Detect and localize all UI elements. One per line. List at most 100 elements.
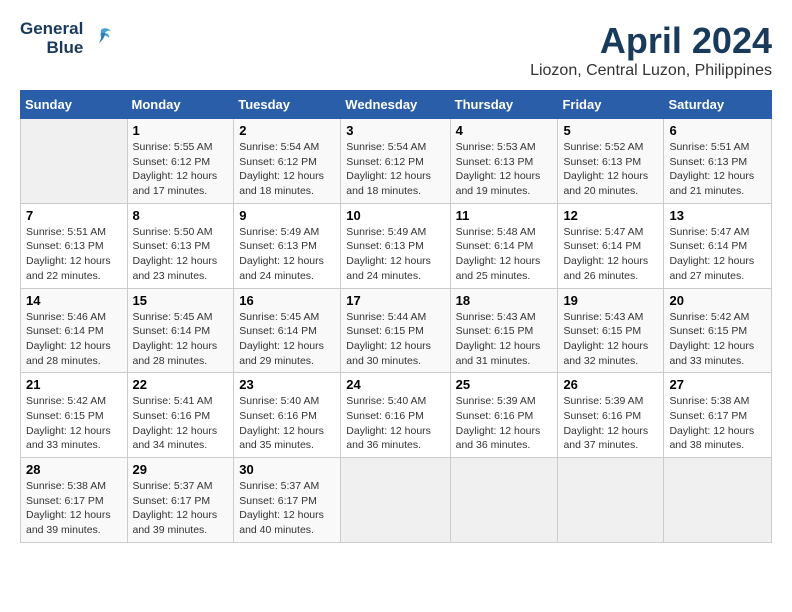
calendar-cell: 26 Sunrise: 5:39 AM Sunset: 6:16 PM Dayli… [558, 373, 664, 458]
day-number: 25 [456, 377, 553, 392]
col-header-thursday: Thursday [450, 91, 558, 119]
logo-general: General [20, 20, 83, 39]
day-info: Sunrise: 5:54 AM Sunset: 6:12 PM Dayligh… [239, 140, 335, 199]
logo: General Blue [20, 20, 115, 57]
day-info: Sunrise: 5:39 AM Sunset: 6:16 PM Dayligh… [563, 394, 658, 453]
day-info: Sunrise: 5:42 AM Sunset: 6:15 PM Dayligh… [26, 394, 122, 453]
day-number: 26 [563, 377, 658, 392]
logo-bird-icon [87, 25, 115, 53]
calendar-cell [341, 458, 450, 543]
calendar-cell: 30 Sunrise: 5:37 AM Sunset: 6:17 PM Dayli… [234, 458, 341, 543]
day-number: 16 [239, 293, 335, 308]
day-info: Sunrise: 5:37 AM Sunset: 6:17 PM Dayligh… [239, 479, 335, 538]
calendar-cell: 2 Sunrise: 5:54 AM Sunset: 6:12 PM Daylig… [234, 119, 341, 204]
day-info: Sunrise: 5:37 AM Sunset: 6:17 PM Dayligh… [133, 479, 229, 538]
day-info: Sunrise: 5:41 AM Sunset: 6:16 PM Dayligh… [133, 394, 229, 453]
calendar-cell: 1 Sunrise: 5:55 AM Sunset: 6:12 PM Daylig… [127, 119, 234, 204]
calendar-cell: 7 Sunrise: 5:51 AM Sunset: 6:13 PM Daylig… [21, 203, 128, 288]
day-number: 8 [133, 208, 229, 223]
day-number: 17 [346, 293, 444, 308]
day-info: Sunrise: 5:40 AM Sunset: 6:16 PM Dayligh… [239, 394, 335, 453]
calendar-cell: 4 Sunrise: 5:53 AM Sunset: 6:13 PM Daylig… [450, 119, 558, 204]
col-header-tuesday: Tuesday [234, 91, 341, 119]
calendar-cell: 19 Sunrise: 5:43 AM Sunset: 6:15 PM Dayli… [558, 288, 664, 373]
day-info: Sunrise: 5:48 AM Sunset: 6:14 PM Dayligh… [456, 225, 553, 284]
day-info: Sunrise: 5:40 AM Sunset: 6:16 PM Dayligh… [346, 394, 444, 453]
day-info: Sunrise: 5:38 AM Sunset: 6:17 PM Dayligh… [669, 394, 766, 453]
calendar-cell: 25 Sunrise: 5:39 AM Sunset: 6:16 PM Dayli… [450, 373, 558, 458]
calendar-cell [664, 458, 772, 543]
day-number: 4 [456, 123, 553, 138]
day-info: Sunrise: 5:51 AM Sunset: 6:13 PM Dayligh… [26, 225, 122, 284]
calendar-cell: 11 Sunrise: 5:48 AM Sunset: 6:14 PM Dayli… [450, 203, 558, 288]
calendar-cell: 22 Sunrise: 5:41 AM Sunset: 6:16 PM Dayli… [127, 373, 234, 458]
day-number: 2 [239, 123, 335, 138]
day-number: 9 [239, 208, 335, 223]
day-info: Sunrise: 5:52 AM Sunset: 6:13 PM Dayligh… [563, 140, 658, 199]
day-number: 19 [563, 293, 658, 308]
calendar-cell: 6 Sunrise: 5:51 AM Sunset: 6:13 PM Daylig… [664, 119, 772, 204]
col-header-sunday: Sunday [21, 91, 128, 119]
calendar-title: April 2024 [530, 20, 772, 62]
calendar-subtitle: Liozon, Central Luzon, Philippines [530, 62, 772, 80]
day-number: 11 [456, 208, 553, 223]
calendar-cell: 21 Sunrise: 5:42 AM Sunset: 6:15 PM Dayli… [21, 373, 128, 458]
day-number: 28 [26, 462, 122, 477]
calendar-cell [558, 458, 664, 543]
calendar-cell [21, 119, 128, 204]
day-info: Sunrise: 5:50 AM Sunset: 6:13 PM Dayligh… [133, 225, 229, 284]
day-number: 21 [26, 377, 122, 392]
day-info: Sunrise: 5:45 AM Sunset: 6:14 PM Dayligh… [133, 310, 229, 369]
calendar-cell: 15 Sunrise: 5:45 AM Sunset: 6:14 PM Dayli… [127, 288, 234, 373]
calendar-cell: 20 Sunrise: 5:42 AM Sunset: 6:15 PM Dayli… [664, 288, 772, 373]
day-number: 23 [239, 377, 335, 392]
calendar-cell: 24 Sunrise: 5:40 AM Sunset: 6:16 PM Dayli… [341, 373, 450, 458]
col-header-friday: Friday [558, 91, 664, 119]
day-number: 24 [346, 377, 444, 392]
calendar-cell: 9 Sunrise: 5:49 AM Sunset: 6:13 PM Daylig… [234, 203, 341, 288]
day-number: 12 [563, 208, 658, 223]
day-info: Sunrise: 5:49 AM Sunset: 6:13 PM Dayligh… [346, 225, 444, 284]
calendar-cell [450, 458, 558, 543]
day-number: 1 [133, 123, 229, 138]
calendar-cell: 29Sunrise: 5:37 AM Sunset: 6:17 PM Dayli… [127, 458, 234, 543]
calendar-cell: 5Sunrise: 5:52 AM Sunset: 6:13 PM Daylig… [558, 119, 664, 204]
calendar-table: SundayMondayTuesdayWednesdayThursdayFrid… [20, 90, 772, 543]
day-info: Sunrise: 5:39 AM Sunset: 6:16 PM Dayligh… [456, 394, 553, 453]
day-info: Sunrise: 5:55 AM Sunset: 6:12 PM Dayligh… [133, 140, 229, 199]
day-number: 22 [133, 377, 229, 392]
col-header-wednesday: Wednesday [341, 91, 450, 119]
calendar-cell: 27Sunrise: 5:38 AM Sunset: 6:17 PM Dayli… [664, 373, 772, 458]
calendar-cell: 23 Sunrise: 5:40 AM Sunset: 6:16 PM Dayli… [234, 373, 341, 458]
day-info: Sunrise: 5:42 AM Sunset: 6:15 PM Dayligh… [669, 310, 766, 369]
calendar-cell: 28 Sunrise: 5:38 AM Sunset: 6:17 PM Dayli… [21, 458, 128, 543]
header: General Blue April 2024 Liozon, Central … [20, 20, 772, 80]
day-info: Sunrise: 5:47 AM Sunset: 6:14 PM Dayligh… [563, 225, 658, 284]
day-info: Sunrise: 5:54 AM Sunset: 6:12 PM Dayligh… [346, 140, 444, 199]
day-number: 18 [456, 293, 553, 308]
day-number: 3 [346, 123, 444, 138]
day-info: Sunrise: 5:49 AM Sunset: 6:13 PM Dayligh… [239, 225, 335, 284]
calendar-cell: 14Sunrise: 5:46 AM Sunset: 6:14 PM Dayli… [21, 288, 128, 373]
calendar-cell: 8 Sunrise: 5:50 AM Sunset: 6:13 PM Daylig… [127, 203, 234, 288]
logo-blue: Blue [46, 39, 83, 58]
calendar-cell: 16Sunrise: 5:45 AM Sunset: 6:14 PM Dayli… [234, 288, 341, 373]
day-number: 7 [26, 208, 122, 223]
calendar-cell: 3 Sunrise: 5:54 AM Sunset: 6:12 PM Daylig… [341, 119, 450, 204]
day-number: 20 [669, 293, 766, 308]
day-info: Sunrise: 5:51 AM Sunset: 6:13 PM Dayligh… [669, 140, 766, 199]
day-info: Sunrise: 5:38 AM Sunset: 6:17 PM Dayligh… [26, 479, 122, 538]
day-info: Sunrise: 5:43 AM Sunset: 6:15 PM Dayligh… [456, 310, 553, 369]
day-number: 15 [133, 293, 229, 308]
calendar-cell: 10Sunrise: 5:49 AM Sunset: 6:13 PM Dayli… [341, 203, 450, 288]
day-number: 30 [239, 462, 335, 477]
day-info: Sunrise: 5:44 AM Sunset: 6:15 PM Dayligh… [346, 310, 444, 369]
col-header-saturday: Saturday [664, 91, 772, 119]
day-info: Sunrise: 5:47 AM Sunset: 6:14 PM Dayligh… [669, 225, 766, 284]
day-number: 6 [669, 123, 766, 138]
calendar-cell: 13Sunrise: 5:47 AM Sunset: 6:14 PM Dayli… [664, 203, 772, 288]
day-number: 14 [26, 293, 122, 308]
day-info: Sunrise: 5:43 AM Sunset: 6:15 PM Dayligh… [563, 310, 658, 369]
calendar-cell: 12 Sunrise: 5:47 AM Sunset: 6:14 PM Dayli… [558, 203, 664, 288]
day-info: Sunrise: 5:53 AM Sunset: 6:13 PM Dayligh… [456, 140, 553, 199]
